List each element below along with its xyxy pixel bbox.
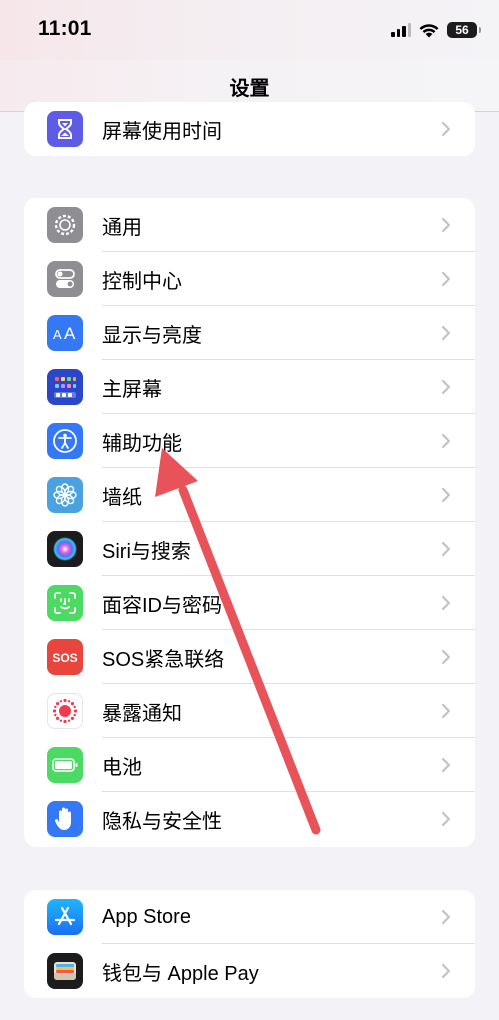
settings-row-exposure-notifications[interactable]: 暴露通知 <box>24 684 475 738</box>
wallet-icon <box>47 953 83 989</box>
chevron-right-icon <box>441 649 451 665</box>
settings-group-main: 通用 控制中心 AA 显示与亮度 主屏幕 辅助功能 墙纸 Siri与搜索 面容I… <box>24 198 475 847</box>
chevron-right-icon <box>441 271 451 287</box>
settings-row-accessibility[interactable]: 辅助功能 <box>24 414 475 468</box>
settings-row-label: 辅助功能 <box>102 432 182 455</box>
chevron-right-icon <box>441 121 451 137</box>
settings-row-label: 墙纸 <box>102 486 142 509</box>
settings-row-label: 电池 <box>102 756 142 779</box>
chevron-right-icon <box>441 909 451 925</box>
settings-row-label: SOS紧急联络 <box>102 648 225 671</box>
sos-icon: SOS <box>47 639 83 675</box>
settings-row-control-center[interactable]: 控制中心 <box>24 252 475 306</box>
status-bar: 11:01 56 <box>0 0 499 60</box>
settings-row-label: 暴露通知 <box>102 702 182 725</box>
accessibility-icon <box>47 423 83 459</box>
settings-row-general[interactable]: 通用 <box>24 198 475 252</box>
page-title: 设置 <box>229 78 270 100</box>
home-screen-grid-icon <box>47 369 83 405</box>
settings-group-screen-time: 屏幕使用时间 <box>24 102 475 156</box>
gear-icon <box>47 207 83 243</box>
chevron-right-icon <box>441 379 451 395</box>
wifi-icon <box>419 24 439 38</box>
settings-row-display-brightness[interactable]: AA 显示与亮度 <box>24 306 475 360</box>
settings-row-privacy-security[interactable]: 隐私与安全性 <box>24 792 475 846</box>
siri-orb-icon <box>47 531 83 567</box>
settings-row-face-id-passcode[interactable]: 面容ID与密码 <box>24 576 475 630</box>
battery-icon <box>47 747 83 783</box>
settings-row-screen-time[interactable]: 屏幕使用时间 <box>24 102 475 156</box>
hourglass-icon <box>47 111 83 147</box>
face-id-icon <box>47 585 83 621</box>
settings-row-label: 面容ID与密码 <box>102 594 222 617</box>
svg-text:A: A <box>53 327 62 342</box>
chevron-right-icon <box>441 811 451 827</box>
text-size-icon: AA <box>47 315 83 351</box>
status-icons: 56 <box>391 19 481 41</box>
settings-row-label: 控制中心 <box>102 270 182 293</box>
settings-row-emergency-sos[interactable]: SOS SOS紧急联络 <box>24 630 475 684</box>
chevron-right-icon <box>441 325 451 341</box>
chevron-right-icon <box>441 217 451 233</box>
settings-row-app-store[interactable]: App Store <box>24 890 475 944</box>
settings-group-apps: App Store 钱包与 Apple Pay <box>24 890 475 998</box>
settings-row-label: Siri与搜索 <box>102 540 191 563</box>
chevron-right-icon <box>441 433 451 449</box>
battery-level-icon: 56 <box>447 22 481 38</box>
exposure-dots-icon <box>47 693 83 729</box>
settings-row-label: 隐私与安全性 <box>102 810 222 833</box>
settings-row-label: 通用 <box>102 216 142 239</box>
hand-icon <box>47 801 83 837</box>
status-time: 11:01 <box>38 17 92 40</box>
settings-row-battery[interactable]: 电池 <box>24 738 475 792</box>
settings-row-wallet-apple-pay[interactable]: 钱包与 Apple Pay <box>24 944 475 998</box>
app-store-icon <box>47 899 83 935</box>
settings-row-label: 显示与亮度 <box>102 324 202 347</box>
svg-text:SOS: SOS <box>52 651 77 665</box>
settings-row-label: 主屏幕 <box>102 378 162 401</box>
settings-row-home-screen[interactable]: 主屏幕 <box>24 360 475 414</box>
svg-text:A: A <box>64 324 76 343</box>
chevron-right-icon <box>441 595 451 611</box>
settings-row-siri-search[interactable]: Siri与搜索 <box>24 522 475 576</box>
toggles-icon <box>47 261 83 297</box>
settings-row-label: 钱包与 Apple Pay <box>102 962 259 985</box>
chevron-right-icon <box>441 757 451 773</box>
chevron-right-icon <box>441 541 451 557</box>
settings-row-label: App Store <box>102 905 191 928</box>
settings-row-wallpaper[interactable]: 墙纸 <box>24 468 475 522</box>
chevron-right-icon <box>441 487 451 503</box>
chevron-right-icon <box>441 963 451 979</box>
chevron-right-icon <box>441 703 451 719</box>
flower-icon <box>47 477 83 513</box>
cellular-signal-icon <box>391 23 411 37</box>
settings-row-label: 屏幕使用时间 <box>102 120 222 143</box>
